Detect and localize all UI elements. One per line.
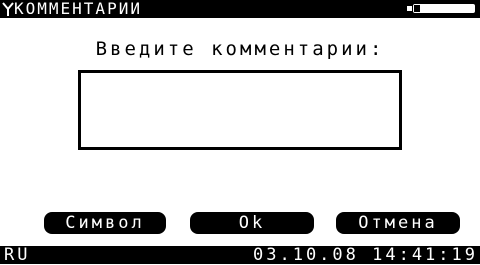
comment-input[interactable] — [78, 70, 402, 150]
screen-title: КОММЕНТАРИИ — [14, 0, 142, 18]
cancel-button[interactable]: Отмена — [336, 212, 460, 234]
symbol-button[interactable]: Символ — [44, 212, 166, 234]
datetime-display: 03.10.08 14:41:19 — [253, 245, 478, 265]
ok-button[interactable]: Ok — [190, 212, 314, 234]
antenna-signal-icon — [2, 2, 14, 16]
comment-prompt: Введите комментарии: — [95, 38, 385, 60]
language-indicator: RU — [4, 245, 31, 265]
status-bar: RU 03.10.08 14:41:19 — [0, 246, 480, 264]
device-screen: КОММЕНТАРИИ Введите комментарии: Символ … — [0, 0, 480, 264]
header-bar: КОММЕНТАРИИ — [0, 0, 480, 18]
